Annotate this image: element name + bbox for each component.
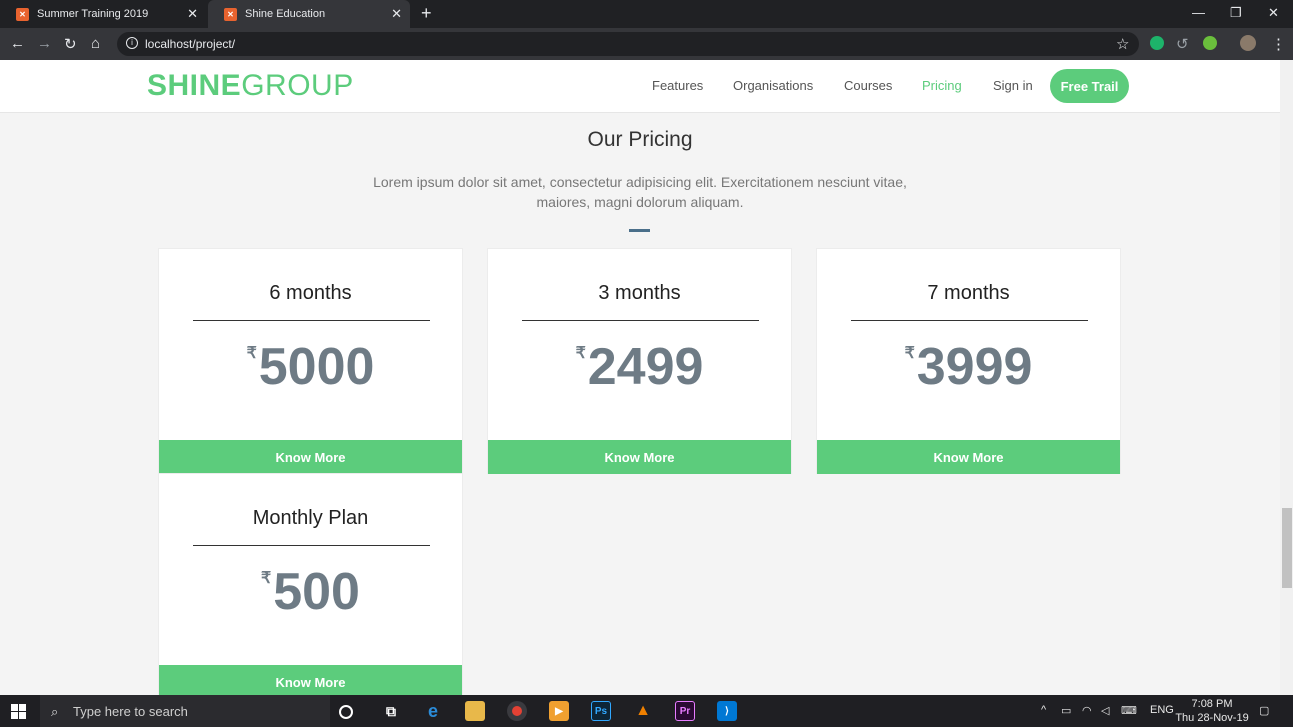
windows-start-icon[interactable] [11, 704, 26, 719]
battery-icon[interactable]: ▭ [1061, 704, 1071, 717]
clock-time: 7:08 PM [1191, 698, 1233, 710]
search-placeholder: Type here to search [73, 703, 188, 719]
vlc-icon[interactable]: ▲ [633, 701, 653, 721]
price-value: 3999 [916, 338, 1033, 396]
media-player-icon[interactable]: ▶ [549, 701, 569, 721]
logo-shine: SHINE [147, 69, 242, 102]
address-bar[interactable]: i localhost/project/ [117, 32, 1139, 56]
rupee-icon: ₹ [575, 345, 586, 362]
notifications-icon[interactable]: ▢ [1259, 704, 1269, 717]
wifi-icon[interactable]: ◠ [1082, 704, 1092, 717]
scrollbar-thumb[interactable] [1282, 508, 1292, 588]
free-trial-button[interactable]: Free Trail [1050, 69, 1129, 103]
chrome-icon[interactable] [507, 701, 527, 721]
pricing-card-7-months: 7 months ₹3999 Know More [816, 248, 1121, 474]
xampp-favicon-icon: ✕ [224, 7, 237, 21]
plan-price: ₹3999 [817, 337, 1120, 397]
taskbar-clock[interactable]: 7:08 PM Thu 28-Nov-19 [1175, 697, 1249, 725]
card-divider [193, 320, 430, 321]
language-indicator[interactable]: ENG [1150, 704, 1174, 716]
web-page: SHINEGROUP Features Organisations Course… [0, 60, 1280, 695]
info-icon[interactable]: i [126, 37, 138, 49]
tab-title: Shine Education [245, 8, 326, 20]
nav-organisations[interactable]: Organisations [733, 78, 813, 93]
pricing-card-3-months: 3 months ₹2499 Know More [487, 248, 792, 474]
section-title: Our Pricing [587, 128, 693, 151]
volume-icon[interactable]: ◁ [1101, 704, 1109, 717]
browser-tab-summer-training[interactable]: ✕ Summer Training 2019 ✕ [0, 0, 206, 28]
restore-icon[interactable]: ❐ [1230, 5, 1242, 21]
know-more-button[interactable]: Know More [817, 440, 1120, 474]
card-divider [851, 320, 1088, 321]
plan-name: 7 months [927, 282, 1010, 304]
site-header: SHINEGROUP Features Organisations Course… [0, 60, 1280, 113]
browser-tab-shine-education[interactable]: ✕ Shine Education ✕ [208, 0, 410, 28]
new-tab-icon[interactable]: + [421, 3, 432, 24]
plan-name: 3 months [598, 282, 681, 304]
keyboard-icon[interactable]: ⌨ [1121, 704, 1137, 717]
know-more-button[interactable]: Know More [488, 440, 791, 474]
page-scrollbar[interactable] [1280, 60, 1293, 695]
extension-icon[interactable] [1203, 36, 1217, 50]
search-icon: ⌕ [51, 704, 59, 719]
site-logo[interactable]: SHINEGROUP [147, 69, 354, 103]
tab-title: Summer Training 2019 [37, 8, 149, 20]
task-view-icon[interactable]: ⧉ [381, 701, 401, 721]
section-description: Lorem ipsum dolor sit amet, consectetur … [373, 174, 907, 210]
close-tab-icon[interactable]: ✕ [391, 6, 402, 22]
vscode-icon[interactable]: ⟩ [717, 701, 737, 721]
pricing-card-monthly-plan: Monthly Plan ₹500 Know More [158, 473, 463, 695]
cortana-icon[interactable] [339, 705, 353, 719]
rupee-icon: ₹ [246, 345, 257, 362]
know-more-button[interactable]: Know More [159, 665, 462, 695]
xampp-favicon-icon: ✕ [16, 7, 29, 21]
plan-price: ₹2499 [488, 337, 791, 397]
plan-price: ₹500 [159, 562, 462, 622]
card-divider [193, 545, 430, 546]
file-explorer-icon[interactable] [465, 701, 485, 721]
price-value: 5000 [258, 338, 375, 396]
price-value: 2499 [587, 338, 704, 396]
forward-icon[interactable]: → [37, 35, 52, 52]
browser-toolbar: ← → ↻ ⌂ i localhost/project/ ☆ ↺ ⋮ [0, 28, 1293, 60]
rupee-icon: ₹ [261, 570, 272, 587]
close-tab-icon[interactable]: ✕ [187, 6, 198, 22]
edge-icon[interactable]: e [423, 701, 443, 721]
section-divider [629, 229, 650, 232]
nav-features[interactable]: Features [652, 78, 703, 93]
price-value: 500 [273, 563, 360, 621]
plan-name: 6 months [269, 282, 352, 304]
logo-group: GROUP [241, 69, 354, 102]
nav-courses[interactable]: Courses [844, 78, 892, 93]
pricing-card-6-months: 6 months ₹5000 Know More [158, 248, 463, 474]
close-window-icon[interactable]: ✕ [1268, 5, 1279, 21]
card-divider [522, 320, 759, 321]
windows-taskbar: ⌕ Type here to search ⧉ e ▶ Ps ▲ Pr ⟩ ^ … [0, 695, 1293, 727]
tray-chevron-icon[interactable]: ^ [1041, 704, 1046, 716]
minimize-icon[interactable]: — [1192, 5, 1205, 20]
know-more-button[interactable]: Know More [159, 440, 462, 474]
home-icon[interactable]: ⌂ [91, 35, 100, 52]
rupee-icon: ₹ [904, 345, 915, 362]
taskbar-search-box[interactable]: ⌕ Type here to search [40, 695, 330, 727]
clock-date: Thu 28-Nov-19 [1175, 712, 1249, 724]
reload-icon[interactable]: ↻ [64, 35, 77, 53]
plan-name: Monthly Plan [252, 507, 369, 529]
bookmark-star-icon[interactable]: ☆ [1116, 35, 1129, 53]
avatar[interactable] [1240, 35, 1256, 51]
menu-kebab-icon[interactable]: ⋮ [1271, 35, 1286, 53]
back-icon[interactable]: ← [10, 35, 25, 52]
url-text: localhost/project/ [145, 37, 236, 51]
nav-sign-in[interactable]: Sign in [993, 78, 1033, 93]
nav-pricing[interactable]: Pricing [922, 78, 962, 93]
premiere-icon[interactable]: Pr [675, 701, 695, 721]
extension-icon[interactable] [1150, 36, 1164, 50]
plan-price: ₹5000 [159, 337, 462, 397]
browser-tab-strip: ✕ Summer Training 2019 ✕ ✕ Shine Educati… [0, 0, 1293, 28]
history-extension-icon[interactable]: ↺ [1176, 35, 1189, 53]
photoshop-icon[interactable]: Ps [591, 701, 611, 721]
